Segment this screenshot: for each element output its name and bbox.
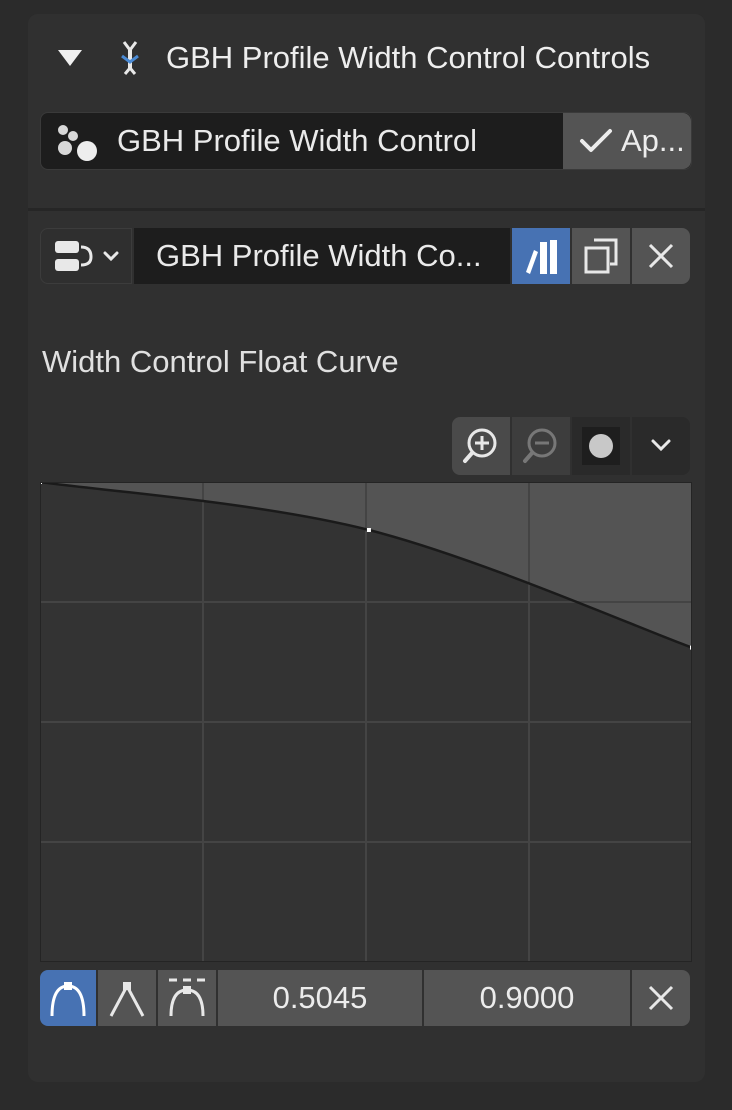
geometry-nodes-icon bbox=[114, 38, 146, 78]
apply-button[interactable]: Ap... bbox=[563, 113, 691, 169]
point-x-field[interactable]: 0.5045 bbox=[218, 970, 422, 1026]
zoom-out-icon bbox=[523, 428, 557, 463]
node-group-row: GBH Profile Width Co... bbox=[40, 228, 690, 284]
vector-handle-button[interactable] bbox=[98, 970, 156, 1026]
close-icon bbox=[648, 985, 674, 1011]
modifier-row: GBH Profile Width Control Ap... bbox=[40, 112, 692, 170]
checkmark-icon bbox=[580, 129, 612, 152]
curve-specials-dropdown[interactable] bbox=[632, 417, 690, 475]
record-dot-icon bbox=[589, 434, 613, 458]
fake-user-button[interactable] bbox=[512, 228, 570, 284]
apply-label: Ap... bbox=[621, 123, 685, 158]
close-icon bbox=[648, 243, 674, 269]
curve-zoom-toolbar bbox=[452, 417, 690, 475]
panel-header: GBH Profile Width Control Controls GBH P… bbox=[28, 14, 705, 208]
curve-graph[interactable] bbox=[38, 480, 694, 963]
modifier-name-field[interactable]: GBH Profile Width Control bbox=[117, 121, 477, 161]
vector-handle-icon bbox=[109, 982, 145, 1017]
auto-handle-button[interactable] bbox=[40, 970, 96, 1026]
curve-canvas[interactable] bbox=[38, 480, 694, 963]
zoom-in-icon bbox=[463, 428, 497, 463]
duplicate-icon bbox=[584, 238, 618, 274]
curve-label: Width Control Float Curve bbox=[42, 344, 399, 379]
auto-clamped-handle-button[interactable] bbox=[158, 970, 216, 1026]
curve-point-row: 0.5045 0.9000 bbox=[40, 970, 690, 1026]
duplicate-button[interactable] bbox=[572, 228, 630, 284]
modifier-panel: GBH Profile Width Control Controls GBH P… bbox=[28, 14, 705, 1082]
node-group-name-field[interactable]: GBH Profile Width Co... bbox=[134, 228, 510, 284]
zoom-out-button[interactable] bbox=[512, 417, 570, 475]
section-divider bbox=[28, 208, 705, 211]
auto-handle-icon bbox=[50, 982, 86, 1017]
delete-point-button[interactable] bbox=[632, 970, 690, 1026]
curve-control-point[interactable] bbox=[366, 528, 371, 532]
panel-title: GBH Profile Width Control Controls bbox=[166, 40, 651, 75]
fake-user-icon bbox=[526, 240, 557, 274]
modifier-dots-icon bbox=[53, 121, 101, 163]
collapse-triangle-icon[interactable] bbox=[58, 50, 82, 66]
node-tree-icon bbox=[55, 241, 119, 271]
node-group-name: GBH Profile Width Co... bbox=[156, 238, 482, 273]
clipping-button[interactable] bbox=[572, 417, 630, 475]
zoom-in-button[interactable] bbox=[452, 417, 510, 475]
chevron-down-icon bbox=[651, 439, 671, 452]
unlink-button[interactable] bbox=[632, 228, 690, 284]
point-y-field[interactable]: 0.9000 bbox=[424, 970, 630, 1026]
auto-clamped-handle-icon bbox=[169, 978, 205, 1017]
node-group-browse-button[interactable] bbox=[40, 228, 132, 284]
